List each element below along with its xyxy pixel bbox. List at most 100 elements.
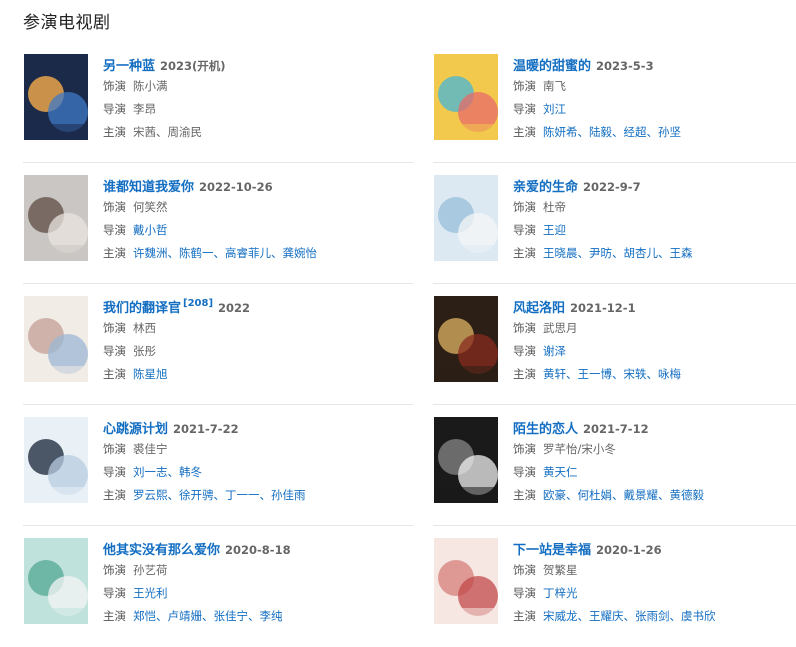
title-row: 我们的翻译官 [208] 2022 — [103, 297, 433, 317]
person-link[interactable]: 经超 — [624, 125, 647, 139]
air-date: 2021-7-22 — [173, 422, 239, 436]
air-date: 2022-9-7 — [583, 180, 641, 194]
cast-label: 主演 — [513, 609, 536, 623]
person-link[interactable]: 龚婉怡 — [283, 246, 318, 260]
drama-title-link[interactable]: 陌生的恋人 — [513, 422, 578, 437]
person-link[interactable]: 宋轶 — [624, 367, 647, 381]
person-link[interactable]: 李纯 — [260, 609, 283, 623]
air-date: 2022-10-26 — [199, 180, 273, 194]
person-link[interactable]: 黄轩 — [543, 367, 566, 381]
role-name: 何笑然 — [133, 200, 168, 214]
name-separator: 、 — [566, 488, 578, 502]
drama-title-link[interactable]: 亲爱的生命 — [513, 180, 578, 195]
role-row: 饰演 裘佳宁 — [103, 438, 433, 461]
person-link[interactable]: 王迎 — [543, 223, 566, 237]
drama-card: 亲爱的生命 2022-9-7 饰演 杜帝 导演 王迎 主演 王晓晨、尹昉、胡杏儿、王森 — [433, 163, 796, 284]
person-link[interactable]: 黄德毅 — [670, 488, 705, 502]
cast-label: 主演 — [513, 488, 536, 502]
drama-title-link[interactable]: 他其实没有那么爱你 — [103, 543, 220, 558]
director-label: 导演 — [103, 586, 126, 600]
cast-row: 主演 宋威龙、王耀庆、张雨剑、虞书欣 — [513, 605, 796, 628]
director-label: 导演 — [103, 465, 126, 479]
drama-info: 他其实没有那么爱你 2020-8-18 饰演 孙艺荷 导演 王光利 主演 郑恺、卢靖姗、张佳宁… — [103, 539, 433, 628]
cast-row: 主演 罗云熙、徐开骋、丁一一、孙佳雨 — [103, 484, 433, 507]
person-link[interactable]: 谢泽 — [543, 344, 566, 358]
poster-image[interactable] — [24, 538, 88, 624]
cast-label: 主演 — [103, 609, 126, 623]
drama-info: 心跳源计划 2021-7-22 饰演 裘佳宁 导演 刘一志、韩冬 主演 罗云熙、徐开骋、丁一一… — [103, 418, 433, 507]
person-link[interactable]: 何杜娟 — [578, 488, 613, 502]
drama-info: 温暖的甜蜜的 2023-5-3 饰演 南飞 导演 刘江 主演 陈妍希、陆毅、经超、孙坚 — [513, 55, 796, 144]
person-link[interactable]: 戴景耀 — [624, 488, 659, 502]
drama-title-link[interactable]: 谁都知道我爱你 — [103, 180, 194, 195]
citation-link[interactable]: [208] — [183, 298, 213, 309]
person-link[interactable]: 张雨剑 — [635, 609, 670, 623]
person-link[interactable]: 郑恺 — [133, 609, 156, 623]
drama-title-link[interactable]: 我们的翻译官 — [103, 301, 181, 316]
director-row: 导演 刘一志、韩冬 — [103, 461, 433, 484]
person-link[interactable]: 王光利 — [133, 586, 168, 600]
drama-title-link[interactable]: 心跳源计划 — [103, 422, 168, 437]
name-separator: 、 — [167, 488, 180, 502]
role-name: 孙艺荷 — [133, 563, 168, 577]
person-link[interactable]: 胡杏儿 — [624, 246, 659, 260]
person-link[interactable]: 尹昉 — [589, 246, 612, 260]
person-link[interactable]: 徐开骋 — [179, 488, 214, 502]
drama-title-link[interactable]: 下一站是幸福 — [513, 543, 591, 558]
drama-info: 风起洛阳 2021-12-1 饰演 武思月 导演 谢泽 主演 黄轩、王一博、宋轶、咏梅 — [513, 297, 796, 386]
person-link[interactable]: 王耀庆 — [589, 609, 624, 623]
person-link[interactable]: 高睿菲儿 — [225, 246, 271, 260]
poster-image[interactable] — [434, 417, 498, 503]
person-link[interactable]: 欧豪 — [543, 488, 566, 502]
drama-title-link[interactable]: 风起洛阳 — [513, 301, 565, 316]
poster-image[interactable] — [24, 296, 88, 382]
role-label: 饰演 — [103, 79, 126, 93]
person-link[interactable]: 王晓晨 — [543, 246, 578, 260]
poster-image[interactable] — [434, 54, 498, 140]
person-link[interactable]: 孙佳雨 — [271, 488, 306, 502]
person-name: 周渝民 — [167, 125, 203, 139]
role-label: 饰演 — [513, 442, 536, 456]
person-link[interactable]: 刘一志 — [133, 465, 168, 479]
person-link[interactable]: 卢靖姗 — [168, 609, 203, 623]
person-link[interactable]: 丁一一 — [225, 488, 260, 502]
person-link[interactable]: 韩冬 — [179, 465, 202, 479]
person-link[interactable]: 罗云熙 — [133, 488, 168, 502]
person-link[interactable]: 戴小哲 — [133, 223, 168, 237]
role-row: 饰演 贺繁星 — [513, 559, 796, 582]
poster-image[interactable] — [434, 296, 498, 382]
poster-image[interactable] — [434, 538, 498, 624]
air-date: 2020-1-26 — [596, 543, 662, 557]
person-link[interactable]: 陈妍希 — [543, 125, 578, 139]
cast-row: 主演 宋茜、周渝民 — [103, 121, 433, 144]
poster-image[interactable] — [24, 54, 88, 140]
person-link[interactable]: 陈星旭 — [133, 367, 168, 381]
air-date: 2022 — [218, 301, 251, 315]
poster-image[interactable] — [24, 175, 88, 261]
person-link[interactable]: 王森 — [670, 246, 693, 260]
person-link[interactable]: 咏梅 — [658, 367, 681, 381]
person-link[interactable]: 丁梓光 — [543, 586, 578, 600]
role-label: 饰演 — [513, 563, 536, 577]
person-link[interactable]: 黄天仁 — [543, 465, 578, 479]
air-date: 2021-7-12 — [583, 422, 649, 436]
person-link[interactable]: 陆毅 — [589, 125, 612, 139]
person-link[interactable]: 刘江 — [543, 102, 566, 116]
drama-title-link[interactable]: 温暖的甜蜜的 — [513, 59, 591, 74]
role-name: 罗芊怡/宋小冬 — [543, 442, 616, 456]
name-separator: 、 — [646, 367, 659, 381]
poster-image[interactable] — [434, 175, 498, 261]
director-row: 导演 谢泽 — [513, 340, 796, 363]
person-link[interactable]: 张佳宁 — [214, 609, 249, 623]
person-link[interactable]: 王一博 — [578, 367, 613, 381]
name-separator: 、 — [612, 488, 624, 502]
name-separator: 、 — [259, 488, 272, 502]
person-link[interactable]: 宋威龙 — [543, 609, 578, 623]
person-link[interactable]: 陈鹤一 — [179, 246, 214, 260]
person-link[interactable]: 许魏洲 — [133, 246, 168, 260]
drama-title-link[interactable]: 另一种蓝 — [103, 59, 155, 74]
drama-info: 亲爱的生命 2022-9-7 饰演 杜帝 导演 王迎 主演 王晓晨、尹昉、胡杏儿、王森 — [513, 176, 796, 265]
person-link[interactable]: 虞书欣 — [681, 609, 716, 623]
poster-image[interactable] — [24, 417, 88, 503]
person-link[interactable]: 孙坚 — [658, 125, 681, 139]
